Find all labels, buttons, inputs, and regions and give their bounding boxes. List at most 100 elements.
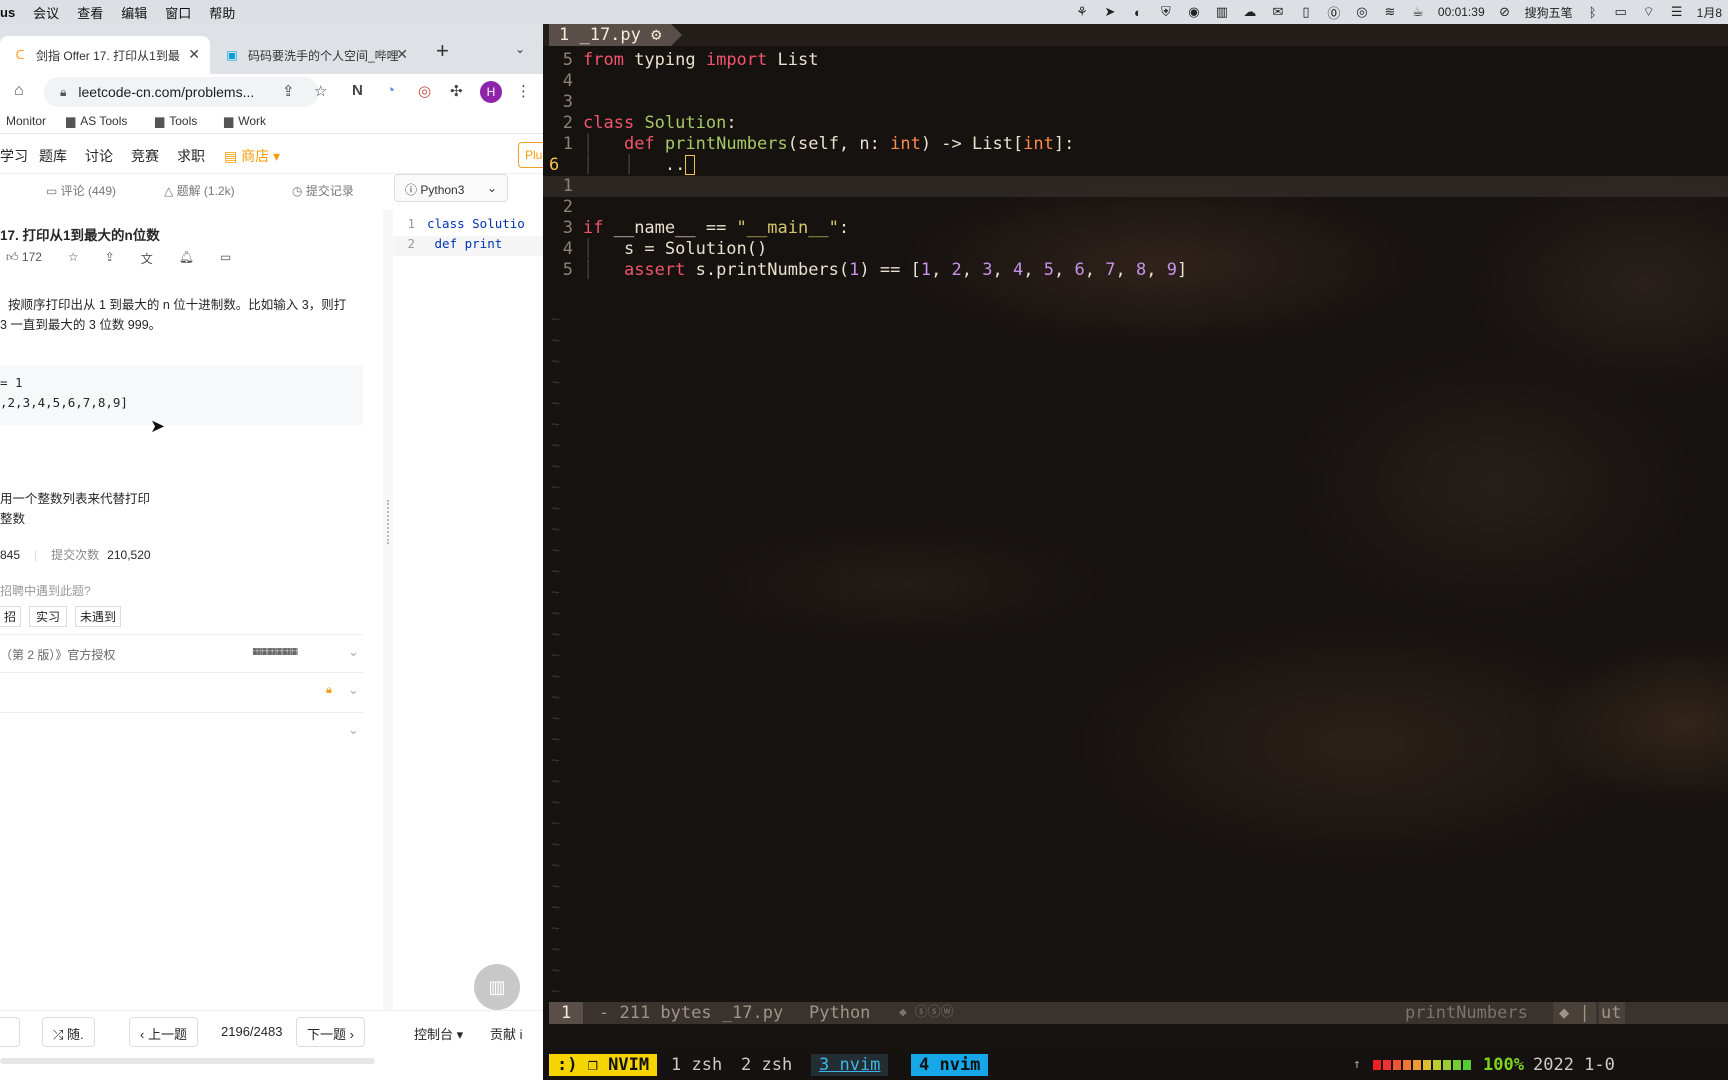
- text-cursor: [685, 155, 696, 175]
- nav-learn[interactable]: 学习: [0, 146, 28, 166]
- menu-item-help[interactable]: 帮助: [209, 3, 235, 22]
- nav-contest[interactable]: 竞赛: [131, 146, 159, 166]
- more-icon[interactable]: ⋮: [516, 82, 531, 100]
- language-select[interactable]: ⓘ Python3 ⌄: [394, 174, 508, 202]
- tmux-window-4[interactable]: 4 nvim: [911, 1054, 989, 1076]
- menu-item-window[interactable]: 窗口: [165, 3, 191, 22]
- code-editor[interactable]: 1 class Solutio 2 def print: [393, 210, 543, 1010]
- contribute-button[interactable]: 贡献 i: [490, 1024, 523, 1043]
- menu-item-meeting[interactable]: 会议: [33, 3, 59, 22]
- shield-icon[interactable]: ⛨: [1152, 0, 1180, 24]
- tab-comments[interactable]: ▭ 评论 (449): [46, 182, 116, 199]
- tmux-window-2[interactable]: 2 zsh: [741, 1054, 792, 1076]
- lock-icon[interactable]: 🔒︎: [60, 85, 66, 100]
- code-token: ,: [1023, 260, 1044, 280]
- edge-icon[interactable]: ◔: [386, 82, 395, 99]
- pane-splitter[interactable]: [383, 210, 393, 1010]
- info-icon: ⓘ: [405, 183, 418, 197]
- prev-button[interactable]: ‹ 上一题: [129, 1017, 198, 1047]
- grip-handle[interactable]: [387, 500, 389, 544]
- compass-icon[interactable]: ◉: [1180, 0, 1208, 24]
- menu-item-edit[interactable]: 编辑: [121, 3, 147, 22]
- wifi-icon[interactable]: ⌔: [1635, 0, 1663, 24]
- weibo-icon[interactable]: ◎: [1348, 0, 1376, 24]
- share-icon[interactable]: ⇪: [105, 250, 115, 267]
- nav-discuss[interactable]: 讨论: [85, 146, 113, 166]
- code-token: 6: [1074, 260, 1085, 280]
- toggle-icon[interactable]: ◐: [1124, 0, 1152, 24]
- folder-icon: ▆: [66, 114, 76, 128]
- plus-button[interactable]: Plu: [518, 142, 543, 168]
- new-tab-button[interactable]: +: [436, 38, 449, 64]
- color-picker-icon[interactable]: ◎: [418, 82, 431, 100]
- tmux-window-3[interactable]: 3 nvim: [811, 1054, 889, 1076]
- horizontal-scrollbar[interactable]: [0, 1058, 375, 1064]
- bookmark-monitor[interactable]: Monitor: [6, 114, 46, 128]
- menu-clock[interactable]: 1月8: [1691, 4, 1728, 21]
- tab-bilibili[interactable]: ▣ 码码要洗手的个人空间_哔哩 ✕: [212, 36, 418, 74]
- bookmark-work[interactable]: ▆ Work: [224, 114, 266, 128]
- avatar[interactable]: H: [480, 81, 502, 103]
- tag-job[interactable]: 招: [0, 606, 22, 627]
- empty-line-marker: ~: [551, 310, 561, 328]
- vim-tab[interactable]: 1 _17.py ⚙: [549, 24, 683, 46]
- tab-leetcode[interactable]: ᑕ 剑指 Offer 17. 打印从1到最 ✕: [0, 36, 210, 74]
- next-button[interactable]: 下一题 ›: [296, 1017, 365, 1047]
- bluetooth-icon[interactable]: ᛒ: [1579, 0, 1607, 24]
- problem-list-button[interactable]: [0, 1017, 20, 1047]
- random-button[interactable]: ⤮ 随.: [42, 1017, 95, 1047]
- coffee-icon[interactable]: ☕: [1404, 0, 1432, 24]
- chevron-down-icon[interactable]: ⌄: [348, 722, 359, 738]
- chevron-down-icon[interactable]: ⌄: [348, 682, 359, 698]
- nav-jobs[interactable]: 求职: [177, 146, 205, 166]
- share-icon[interactable]: ⚘: [1068, 0, 1096, 24]
- store-label: 商店: [241, 148, 270, 164]
- wifi-off-icon[interactable]: ⊘: [1491, 0, 1519, 24]
- bookmark-tools[interactable]: ▆ Tools: [155, 114, 197, 128]
- bookmark-icon[interactable]: ▥: [1208, 0, 1236, 24]
- tab-solutions[interactable]: △ 题解 (1.2k): [164, 182, 235, 199]
- menu-app-name[interactable]: us: [0, 5, 15, 20]
- star-icon[interactable]: ☆: [68, 250, 79, 267]
- nav-problems[interactable]: 题库: [39, 146, 67, 166]
- phone-icon[interactable]: ▯: [1292, 0, 1320, 24]
- close-icon[interactable]: ✕: [396, 46, 408, 63]
- wechat-icon[interactable]: ✉: [1264, 0, 1292, 24]
- star-icon[interactable]: ☆: [314, 82, 327, 100]
- console-button[interactable]: 控制台 ▾: [414, 1024, 463, 1043]
- code-line: 1 class Solutio: [393, 216, 524, 236]
- empty-line-marker: ~: [551, 961, 561, 979]
- like-button[interactable]: 👍︎ 172: [6, 250, 42, 267]
- tab-submissions[interactable]: ◷ 提交记录: [292, 182, 354, 199]
- cloud-icon[interactable]: ☁: [1236, 0, 1264, 24]
- close-icon[interactable]: ✕: [188, 46, 200, 63]
- nav-store[interactable]: ▤ 商店 ▾: [224, 146, 280, 166]
- tag-not-met[interactable]: 未遇到: [75, 606, 122, 627]
- home-icon[interactable]: ⌂: [14, 82, 24, 100]
- translate-icon[interactable]: 文: [141, 250, 153, 267]
- puzzle-icon[interactable]: ✣: [450, 82, 463, 100]
- accepted-count: 845: [0, 547, 21, 562]
- battery-icon[interactable]: ▭: [1607, 0, 1635, 24]
- bell-icon[interactable]: 🔔︎: [179, 250, 194, 267]
- code-token: ,: [992, 260, 1014, 280]
- menu-item-view[interactable]: 查看: [77, 3, 103, 22]
- notes-button[interactable]: ▥: [474, 964, 520, 1010]
- url-input[interactable]: 🔒︎ leetcode-cn.com/problems...: [44, 77, 319, 107]
- tmux-window-1[interactable]: 1 zsh: [671, 1054, 722, 1076]
- input-method[interactable]: 搜狗五笔: [1519, 4, 1579, 21]
- share-icon[interactable]: ⇪: [282, 82, 295, 100]
- feedback-icon[interactable]: ▭: [220, 250, 231, 267]
- empty-line-marker: ~: [551, 919, 561, 937]
- tag-intern[interactable]: 实习: [29, 606, 68, 627]
- one-password-icon[interactable]: ⓪: [1320, 0, 1348, 24]
- control-center-icon[interactable]: ☰: [1663, 0, 1691, 24]
- chevron-down-icon[interactable]: ⌄: [348, 644, 359, 660]
- chevron-down-icon[interactable]: ⌄: [515, 42, 525, 56]
- timer-readout[interactable]: 00:01:39: [1432, 5, 1491, 19]
- console-label: 控制台: [414, 1027, 454, 1042]
- waves-icon[interactable]: ≋: [1376, 0, 1404, 24]
- telegram-icon[interactable]: ➤: [1096, 0, 1124, 24]
- bookmark-as-tools[interactable]: ▆ AS Tools: [66, 114, 127, 128]
- notion-icon[interactable]: N: [352, 82, 363, 99]
